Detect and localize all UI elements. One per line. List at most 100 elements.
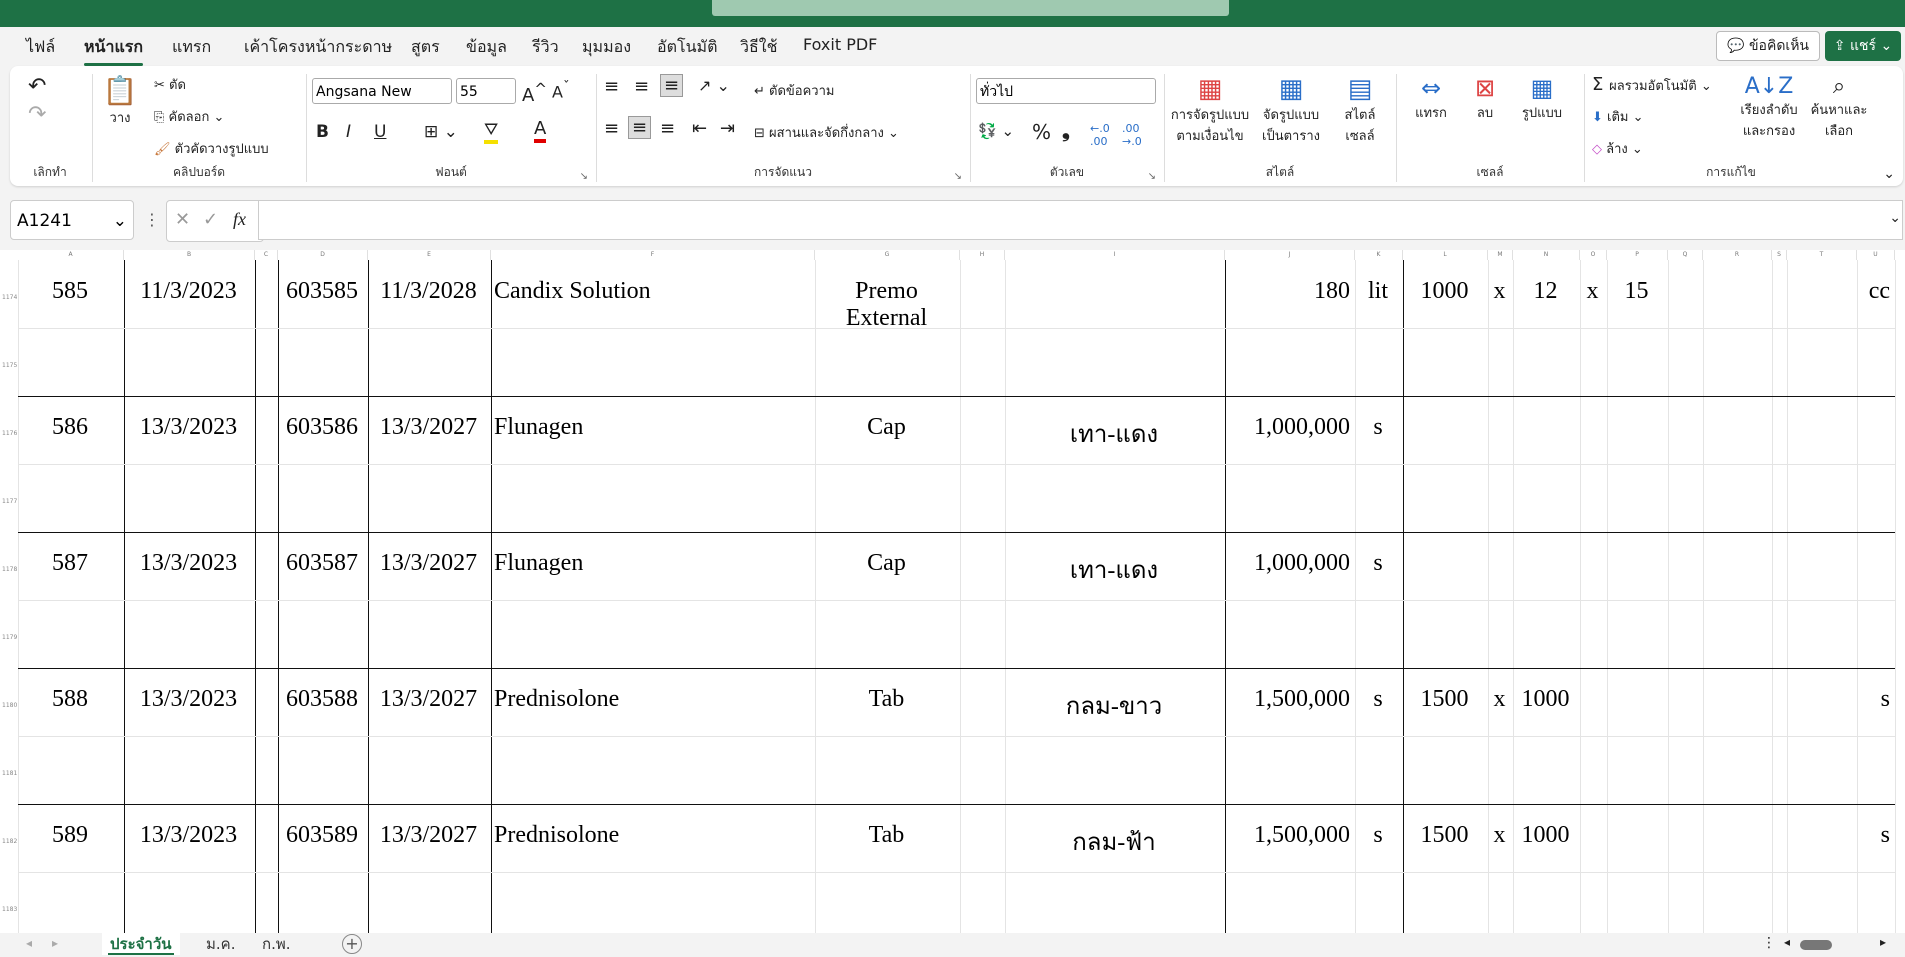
cell-date[interactable]: 11/3/2023 <box>127 278 250 305</box>
horizontal-scrollbar[interactable] <box>1800 940 1832 950</box>
align-left-icon[interactable]: ≡ <box>604 118 619 139</box>
font-size-select[interactable]: 55 <box>456 78 516 104</box>
cell-u[interactable]: cc <box>1860 278 1890 305</box>
column-header-r[interactable]: R <box>1703 250 1772 260</box>
row-number[interactable]: 1180 <box>0 702 20 709</box>
decrease-decimal-icon[interactable]: .00 →.0 <box>1122 122 1142 148</box>
conditional-formatting-button[interactable]: ▦ การจัดรูปแบบ ตามเงื่อนไข <box>1170 74 1250 146</box>
column-header-k[interactable]: K <box>1355 250 1403 260</box>
cell-name[interactable]: Flunagen <box>494 550 810 577</box>
row-number[interactable]: 1176 <box>0 430 20 437</box>
hscroll-left-icon[interactable]: ◂ <box>1784 935 1790 949</box>
find-select-button[interactable]: ⌕ ค้นหาและ เลือก <box>1808 74 1870 141</box>
font-color-icon[interactable]: A <box>534 118 547 143</box>
column-header-o[interactable]: O <box>1580 250 1607 260</box>
sheet-tab-jan[interactable]: ม.ค. <box>198 933 243 955</box>
column-header-f[interactable]: F <box>491 250 815 260</box>
grow-font-icon[interactable]: A^ <box>522 80 547 106</box>
underline-button[interactable]: U <box>374 122 386 142</box>
italic-button[interactable]: I <box>346 122 351 142</box>
tab-view[interactable]: มุมมอง <box>582 35 631 60</box>
cell-form[interactable]: Premo External <box>818 278 955 332</box>
percent-icon[interactable]: % <box>1032 120 1051 144</box>
cell-p[interactable]: 15 <box>1610 278 1663 305</box>
expand-formula-bar-icon[interactable]: ⌄ <box>1889 210 1901 226</box>
insert-function-button[interactable]: fx <box>233 209 246 230</box>
cell-m[interactable]: x <box>1491 686 1508 713</box>
column-header-i[interactable]: I <box>1005 250 1225 260</box>
cell-qty[interactable]: 1,000,000 <box>1228 550 1350 577</box>
column-header-u[interactable]: U <box>1857 250 1895 260</box>
undo-icon[interactable]: ↶ <box>28 74 46 99</box>
row-number[interactable]: 1183 <box>0 906 20 913</box>
cell-l[interactable]: 1000 <box>1406 278 1483 305</box>
wrap-text-button[interactable]: ↵ ตัดข้อความ <box>754 80 834 101</box>
cell-unit[interactable]: s <box>1358 550 1398 577</box>
cell-n[interactable]: 1000 <box>1516 686 1575 713</box>
cell-exp[interactable]: 13/3/2027 <box>371 686 486 713</box>
merge-center-button[interactable]: ⊟ ผสานและจัดกึ่งกลาง ⌄ <box>754 122 899 143</box>
cell-form[interactable]: Cap <box>818 550 955 577</box>
column-header-t[interactable]: T <box>1787 250 1857 260</box>
cell-n[interactable]: 1000 <box>1516 822 1575 849</box>
tab-automate[interactable]: อัตโนมัติ <box>657 35 717 60</box>
comments-button[interactable]: 💬 ข้อคิดเห็น <box>1716 31 1820 61</box>
shrink-font-icon[interactable]: Aˇ <box>552 80 570 101</box>
tab-home[interactable]: หน้าแรก <box>84 35 144 66</box>
cell-code[interactable]: 603589 <box>281 822 363 849</box>
tab-data[interactable]: ข้อมูล <box>466 35 507 60</box>
orientation-icon[interactable]: ↗ ⌄ <box>698 76 730 95</box>
column-header-h[interactable]: H <box>960 250 1005 260</box>
cell-form[interactable]: Tab <box>818 822 955 849</box>
cell-date[interactable]: 13/3/2023 <box>127 822 250 849</box>
sheet-tab-feb[interactable]: ก.พ. <box>254 933 299 955</box>
column-header-d[interactable]: D <box>278 250 368 260</box>
cell-code[interactable]: 603588 <box>281 686 363 713</box>
column-header-q[interactable]: Q <box>1668 250 1703 260</box>
cell-m[interactable]: x <box>1491 278 1508 305</box>
borders-icon[interactable]: ⊞ ⌄ <box>424 122 458 142</box>
cell-name[interactable]: Prednisolone <box>494 686 810 713</box>
column-header-m[interactable]: M <box>1488 250 1513 260</box>
tab-formulas[interactable]: สูตร <box>411 35 440 60</box>
cell-exp[interactable]: 13/3/2027 <box>371 822 486 849</box>
cell-code[interactable]: 603585 <box>281 278 363 305</box>
cell-u[interactable]: s <box>1860 686 1890 713</box>
bold-button[interactable]: B <box>316 122 329 142</box>
cell-l[interactable]: 1500 <box>1406 822 1483 849</box>
cell-exp[interactable]: 11/3/2028 <box>371 278 486 305</box>
column-header-n[interactable]: N <box>1513 250 1580 260</box>
row-number[interactable]: 1174 <box>0 294 20 301</box>
cancel-icon[interactable]: ✕ <box>175 209 190 230</box>
row-number[interactable]: 1175 <box>0 362 20 369</box>
cell-exp[interactable]: 13/3/2027 <box>371 550 486 577</box>
font-dialog-icon[interactable]: ↘ <box>580 171 588 182</box>
cell-desc[interactable]: เทา-แดง <box>1008 414 1220 453</box>
column-header-a[interactable]: A <box>18 250 124 260</box>
cell-name[interactable]: Prednisolone <box>494 822 810 849</box>
cell-qty[interactable]: 1,000,000 <box>1228 414 1350 441</box>
column-header-p[interactable]: P <box>1607 250 1668 260</box>
increase-decimal-icon[interactable]: ←.0.00 <box>1090 122 1110 148</box>
align-right-icon[interactable]: ≡ <box>660 118 675 139</box>
cell-date[interactable]: 13/3/2023 <box>127 686 250 713</box>
decrease-indent-icon[interactable]: ⇤ <box>692 118 707 139</box>
row-number[interactable]: 1178 <box>0 566 20 573</box>
worksheet-grid[interactable]: A B C D E F G H I J K L M N O P Q R S T U 1174 1175 585 11/3/202… <box>0 250 1905 933</box>
delete-cells-button[interactable]: ⊠ ลบ <box>1460 74 1510 123</box>
sort-filter-button[interactable]: A↓Z เรียงลำดับ และกรอง <box>1736 74 1802 141</box>
enter-icon[interactable]: ✓ <box>203 209 218 230</box>
share-button[interactable]: ⇪ แชร์ ⌄ <box>1825 31 1901 61</box>
align-center-icon[interactable]: ≡ <box>628 116 652 139</box>
autosum-button[interactable]: Σ ผลรวมอัตโนมัติ ⌄ <box>1592 74 1712 96</box>
formula-input[interactable] <box>258 200 1903 240</box>
redo-icon[interactable]: ↷ <box>28 102 46 127</box>
cell-date[interactable]: 13/3/2023 <box>127 414 250 441</box>
row-number[interactable]: 1182 <box>0 838 20 845</box>
tab-insert[interactable]: แทรก <box>172 35 211 60</box>
cell-l[interactable]: 1500 <box>1406 686 1483 713</box>
increase-indent-icon[interactable]: ⇥ <box>720 118 735 139</box>
alignment-dialog-icon[interactable]: ↘ <box>954 171 962 182</box>
column-header-e[interactable]: E <box>368 250 491 260</box>
cell-date[interactable]: 13/3/2023 <box>127 550 250 577</box>
